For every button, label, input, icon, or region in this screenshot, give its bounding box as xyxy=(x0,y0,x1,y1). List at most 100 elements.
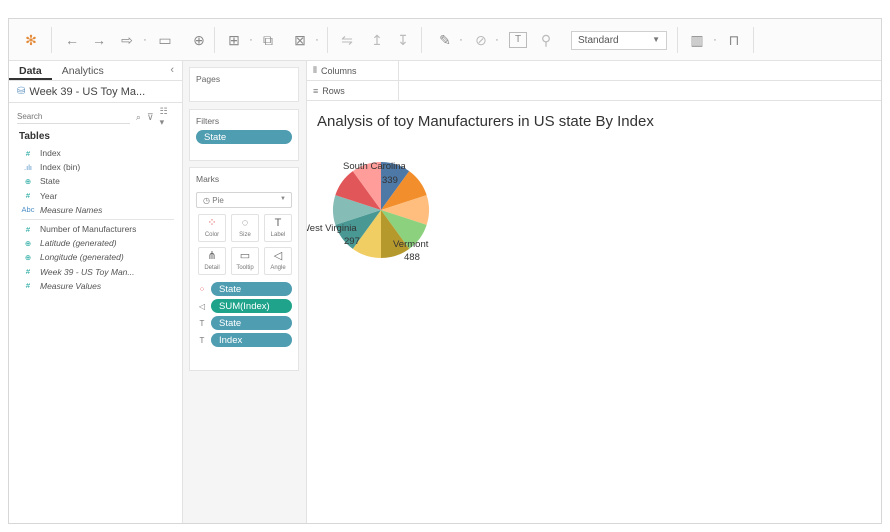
data-pane-tabs: Data Analytics ‹ xyxy=(9,61,182,81)
view-mode-select[interactable]: Standard ▼ xyxy=(571,31,667,50)
pages-card[interactable]: Pages xyxy=(189,67,299,102)
pie-label-value: 488 xyxy=(404,252,420,263)
mark-pill[interactable]: SUM(Index) xyxy=(211,299,292,313)
mark-pill-row: T State xyxy=(196,316,292,330)
mark-button-label: Tooltip xyxy=(236,265,254,271)
marks-label: Marks xyxy=(196,174,220,184)
datasource-icon: ⛁ xyxy=(17,86,26,97)
field-item[interactable]: ⊕ Longitude (generated) xyxy=(9,250,182,264)
field-label: State xyxy=(40,176,60,187)
field-item[interactable]: # Year xyxy=(9,189,182,203)
mark-buttons: ⁘ Color ◌ Size T Label ⋔ Detail ▭ Tooltip ◁ Angle xyxy=(190,212,298,279)
size-icon: ◌ xyxy=(241,217,249,229)
undo-icon[interactable]: ← xyxy=(64,31,80,49)
tab-data[interactable]: Data xyxy=(9,61,52,80)
search-input[interactable] xyxy=(17,110,130,124)
show-me-icon[interactable]: ▥ xyxy=(687,31,707,49)
dimension-list: # Index .ılı Index (bin) ⊕ State # Year Abc Measu… xyxy=(9,146,182,217)
marks-detail-button[interactable]: ⋔ Detail xyxy=(198,247,226,275)
field-item[interactable]: # Index xyxy=(9,146,182,160)
chart-title: Analysis of toy Manufacturers in US stat… xyxy=(317,113,654,130)
marks-tooltip-button[interactable]: ▭ Tooltip xyxy=(231,247,259,275)
field-label: Latitude (generated) xyxy=(40,238,117,249)
presentation-icon[interactable]: ⊓ xyxy=(725,31,743,49)
view-mode-value: Standard xyxy=(578,35,619,46)
sort-asc-icon[interactable]: ↥ xyxy=(369,31,385,49)
chevron-down-icon: ▼ xyxy=(652,35,660,44)
columns-icon: ⦀ xyxy=(313,65,317,75)
tableau-logo-icon[interactable]: ✻ xyxy=(23,31,39,49)
rows-label: Rows xyxy=(322,85,345,96)
marks-label-button[interactable]: T Label xyxy=(264,214,292,242)
filter-pill-state[interactable]: State xyxy=(196,130,292,144)
search-icon[interactable]: ⌕ xyxy=(136,112,141,123)
number-icon: # xyxy=(25,267,31,277)
replay-dropdown-icon[interactable]: · xyxy=(141,31,149,49)
field-item[interactable]: # Week 39 - US Toy Man... xyxy=(9,265,182,279)
filter-icon[interactable]: ⊽ xyxy=(147,112,154,123)
clear-dropdown-icon[interactable]: · xyxy=(313,31,321,49)
field-item[interactable]: # Number of Manufacturers xyxy=(9,222,182,236)
field-item[interactable]: Abc Measure Names xyxy=(9,203,182,217)
field-label: Year xyxy=(40,190,58,201)
pie-label-value: 339 xyxy=(382,175,398,186)
view: ⦀ Columns ≡ Rows Analysis of toy Manufactu… xyxy=(307,60,881,523)
rows-icon: ≡ xyxy=(313,85,319,96)
view-options-icon[interactable]: ☷ ▾ xyxy=(160,106,174,128)
mark-type-select[interactable]: ◷ Pie ▼ xyxy=(196,192,292,208)
show-me-dropdown-icon[interactable]: · xyxy=(711,31,719,49)
number-icon: # xyxy=(25,281,31,291)
clear-icon[interactable]: ⊠ xyxy=(291,31,309,49)
save-icon[interactable]: ▭ xyxy=(157,31,173,49)
marks-size-button[interactable]: ◌ Size xyxy=(231,214,259,242)
highlight-icon[interactable]: ✎ xyxy=(437,31,453,49)
field-item[interactable]: ⊕ State xyxy=(9,174,182,188)
globe-icon: ⊕ xyxy=(24,176,32,186)
label-icon[interactable]: T xyxy=(509,32,527,48)
globe-icon: ⊕ xyxy=(24,238,32,248)
number-icon: # xyxy=(25,191,31,201)
group-dropdown-icon[interactable]: · xyxy=(493,31,501,49)
replay-icon[interactable]: ⇨ xyxy=(117,31,137,49)
new-datasource-icon[interactable]: ⊕ xyxy=(191,31,207,49)
field-item[interactable]: # Measure Values xyxy=(9,279,182,293)
mark-button-label: Size xyxy=(239,232,251,238)
datasource[interactable]: ⛁ Week 39 - US Toy Ma... xyxy=(9,81,182,103)
field-label: Index xyxy=(40,148,61,159)
new-worksheet-icon[interactable]: ⊞ xyxy=(225,31,243,49)
swap-icon[interactable]: ⇋ xyxy=(339,31,355,49)
redo-icon[interactable]: → xyxy=(91,31,107,49)
filters-card[interactable]: Filters State xyxy=(189,109,299,161)
angle-icon: ◁ xyxy=(273,250,283,262)
field-label: Measure Names xyxy=(40,204,103,215)
new-worksheet-dropdown-icon[interactable]: · xyxy=(247,31,255,49)
field-item[interactable]: .ılı Index (bin) xyxy=(9,160,182,174)
measure-list: # Number of Manufacturers ⊕ Latitude (gener… xyxy=(9,222,182,293)
marks-card: Marks ◷ Pie ▼ ⁘ Color ◌ Size T Label ⋔ Detail ▭ T… xyxy=(189,167,299,371)
field-item[interactable]: ⊕ Latitude (generated) xyxy=(9,236,182,250)
duplicate-icon[interactable]: ⧉ xyxy=(259,31,277,49)
rows-shelf[interactable]: ≡ Rows xyxy=(307,80,881,101)
field-label: Index (bin) xyxy=(40,162,81,173)
columns-shelf[interactable]: ⦀ Columns xyxy=(307,60,881,81)
highlight-dropdown-icon[interactable]: · xyxy=(457,31,465,49)
group-icon[interactable]: ⊘ xyxy=(473,31,489,49)
pages-label: Pages xyxy=(196,74,221,84)
collapse-icon[interactable]: ‹ xyxy=(170,64,174,76)
sort-desc-icon[interactable]: ↧ xyxy=(395,31,411,49)
pin-icon[interactable]: ⚲ xyxy=(539,31,553,49)
marks-color-button[interactable]: ⁘ Color xyxy=(198,214,226,242)
label-icon: T xyxy=(199,335,205,345)
pie-icon: ◷ xyxy=(203,196,210,205)
mark-pill[interactable]: State xyxy=(211,282,292,296)
mark-pill[interactable]: State xyxy=(211,316,292,330)
text-type-icon: Abc xyxy=(21,205,35,215)
marks-angle-button[interactable]: ◁ Angle xyxy=(264,247,292,275)
label-icon: T xyxy=(199,318,205,328)
mark-pill[interactable]: Index xyxy=(211,333,292,347)
field-label: Longitude (generated) xyxy=(40,252,124,263)
field-label: Week 39 - US Toy Man... xyxy=(40,266,135,277)
tab-analytics[interactable]: Analytics xyxy=(52,61,114,80)
mark-pill-row: ◁ SUM(Index) xyxy=(196,299,292,313)
field-label: Measure Values xyxy=(40,280,102,291)
